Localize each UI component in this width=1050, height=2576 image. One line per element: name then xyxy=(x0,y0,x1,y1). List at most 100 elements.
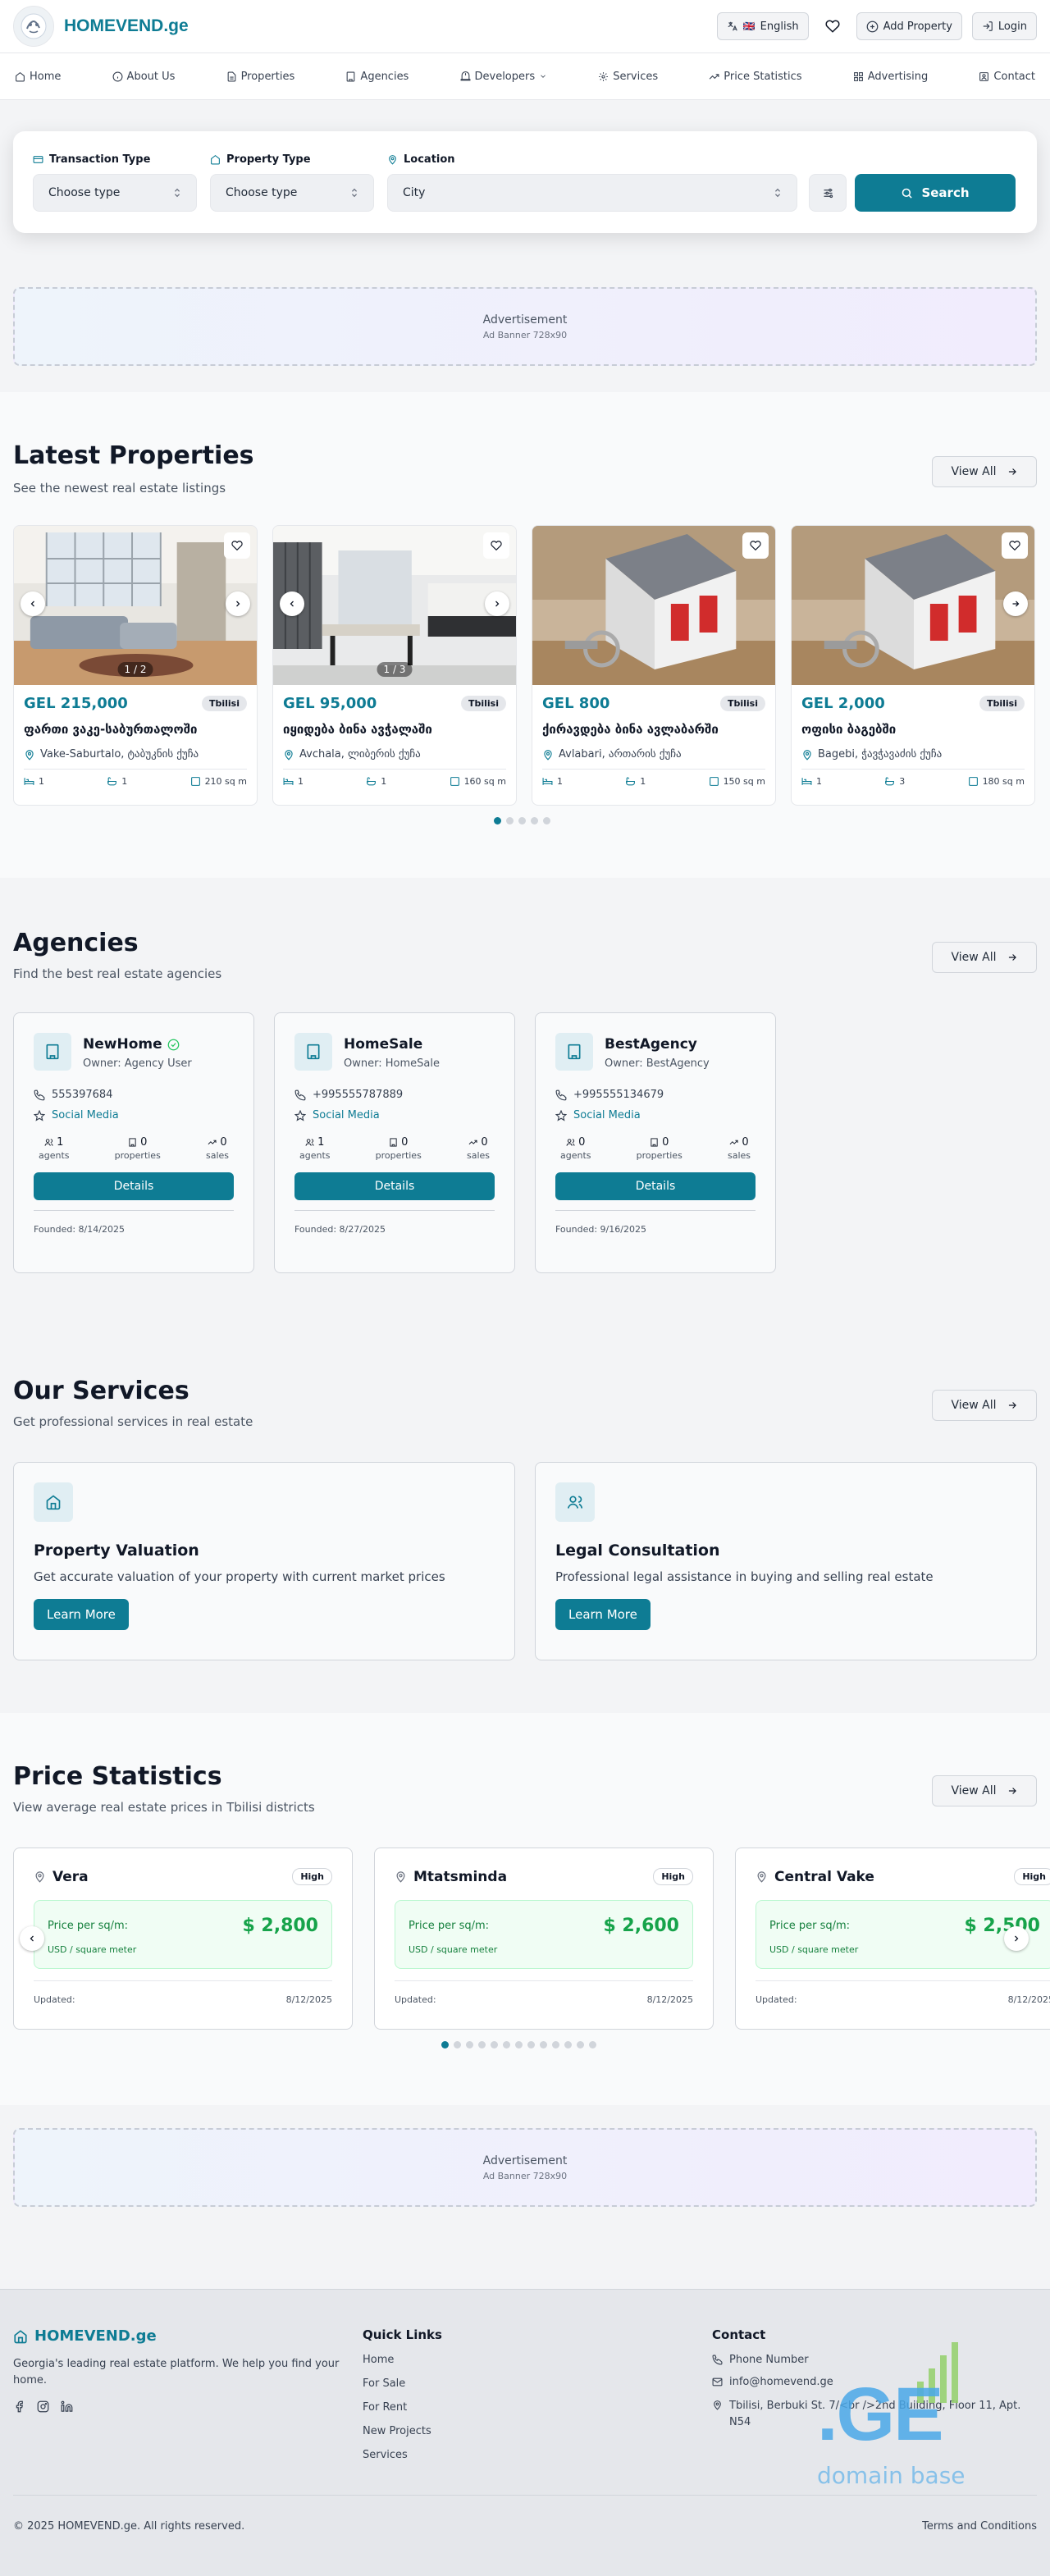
nav-developers[interactable]: Developers xyxy=(455,66,553,88)
facebook-icon[interactable] xyxy=(13,2400,25,2413)
view-all-label: View All xyxy=(951,1399,997,1412)
nav-advertising[interactable]: Advertising xyxy=(848,66,934,88)
social-media-label: Social Media xyxy=(52,1109,119,1121)
agency-name: BestAgency xyxy=(605,1036,697,1053)
map-pin-icon xyxy=(756,1870,768,1883)
favorite-button[interactable] xyxy=(224,532,250,559)
price-level-badge: High xyxy=(653,1868,693,1885)
next-photo-button[interactable] xyxy=(485,591,509,616)
property-card[interactable]: GEL 800 Tbilisi ქირავდება ბინა ავლაბარში … xyxy=(532,525,776,806)
nav-services[interactable]: Services xyxy=(593,66,663,88)
area-icon xyxy=(709,776,719,787)
district-stat-card[interactable]: Central Vake High Price per sq/m: $ 2,500 U… xyxy=(735,1848,1050,2030)
prev-photo-button[interactable] xyxy=(280,591,304,616)
filters-button[interactable] xyxy=(809,174,847,212)
details-button[interactable]: Details xyxy=(294,1172,495,1200)
details-button[interactable]: Details xyxy=(555,1172,756,1200)
service-card[interactable]: Legal Consultation Professional legal as… xyxy=(535,1462,1037,1660)
linkedin-icon[interactable] xyxy=(61,2400,73,2413)
stats-next-button[interactable] xyxy=(1004,1926,1029,1951)
carousel-dot[interactable] xyxy=(441,2041,449,2048)
add-property-button[interactable]: Add Property xyxy=(856,12,962,40)
terms-link[interactable]: Terms and Conditions xyxy=(922,2520,1037,2533)
ad-banner-top[interactable]: Advertisement Ad Banner 728x90 xyxy=(13,287,1037,366)
contact-email[interactable]: info@homevend.ge xyxy=(729,2376,833,2388)
agency-card[interactable]: NewHome Owner: Agency User 555397684 Soc… xyxy=(13,1012,254,1273)
social-media-link[interactable]: Social Media xyxy=(34,1109,234,1121)
language-button[interactable]: 🇬🇧 English xyxy=(716,12,809,40)
top-bar: HOMEVEND.ge 🇬🇧 English Add Property Logi… xyxy=(0,0,1050,53)
property-type-select[interactable]: Choose type xyxy=(210,174,374,212)
agency-card[interactable]: HomeSale Owner: HomeSale +995555787889 S… xyxy=(274,1012,515,1273)
carousel-dot[interactable] xyxy=(491,2041,498,2048)
latest-view-all-button[interactable]: View All xyxy=(932,456,1037,487)
agencies-subtitle: Find the best real estate agencies xyxy=(13,966,222,981)
favorite-button[interactable] xyxy=(742,532,769,559)
nav-agencies[interactable]: Agencies xyxy=(340,66,413,88)
service-card[interactable]: Property Valuation Get accurate valuatio… xyxy=(13,1462,515,1660)
property-price: GEL 215,000 xyxy=(24,695,128,712)
footer-link-services[interactable]: Services xyxy=(363,2449,442,2461)
carousel-dot[interactable] xyxy=(515,2041,523,2048)
district-stat-card[interactable]: Mtatsminda High Price per sq/m: $ 2,600 USD… xyxy=(374,1848,714,2030)
property-card[interactable]: 1 / 2 GEL 215,000 Tbilisi ფართი ვაკე-საბუ… xyxy=(13,525,258,806)
carousel-dot[interactable] xyxy=(506,817,514,824)
carousel-dot[interactable] xyxy=(564,2041,572,2048)
footer-link-home[interactable]: Home xyxy=(363,2354,442,2366)
price-value: $ 2,500 xyxy=(964,1916,1040,1936)
details-button[interactable]: Details xyxy=(34,1172,234,1200)
agency-card[interactable]: BestAgency Owner: BestAgency +9955551346… xyxy=(535,1012,776,1273)
sales-label: sales xyxy=(466,1150,490,1161)
arrow-right-icon xyxy=(1007,1785,1018,1797)
nav-about[interactable]: About Us xyxy=(107,66,180,88)
nav-home[interactable]: Home xyxy=(10,66,66,88)
bath-icon xyxy=(625,776,636,787)
login-button[interactable]: Login xyxy=(971,12,1037,40)
favorite-button[interactable] xyxy=(1002,532,1028,559)
social-media-link[interactable]: Social Media xyxy=(294,1109,495,1121)
nav-price-statistics[interactable]: Price Statistics xyxy=(704,66,806,88)
brand-logo[interactable]: HOMEVEND.ge xyxy=(13,6,189,47)
chevron-left-icon xyxy=(287,599,297,609)
services-view-all-button[interactable]: View All xyxy=(932,1390,1037,1421)
ad-banner-bottom[interactable]: Advertisement Ad Banner 728x90 xyxy=(13,2128,1037,2207)
prev-photo-button[interactable] xyxy=(21,591,45,616)
favorites-button[interactable] xyxy=(819,12,847,40)
stats-view-all-button[interactable]: View All xyxy=(932,1775,1037,1806)
property-card[interactable]: GEL 2,000 Tbilisi ოფისი ბაგებში Bagebi, ჭ… xyxy=(791,525,1035,806)
agents-label: agents xyxy=(299,1150,331,1161)
carousel-dot[interactable] xyxy=(454,2041,461,2048)
favorite-button[interactable] xyxy=(483,532,509,559)
stats-prev-button[interactable] xyxy=(20,1926,44,1951)
carousel-dot[interactable] xyxy=(494,817,501,824)
footer-link-for-rent[interactable]: For Rent xyxy=(363,2401,442,2414)
carousel-dot[interactable] xyxy=(503,2041,510,2048)
carousel-dot[interactable] xyxy=(577,2041,584,2048)
property-card[interactable]: 1 / 3 GEL 95,000 Tbilisi იყიდება ბინა ავჭ… xyxy=(272,525,517,806)
carousel-dot[interactable] xyxy=(552,2041,559,2048)
carousel-dot[interactable] xyxy=(527,2041,535,2048)
carousel-dot[interactable] xyxy=(478,2041,486,2048)
location-select[interactable]: City xyxy=(387,174,797,212)
carousel-dot[interactable] xyxy=(531,817,538,824)
next-photo-button[interactable] xyxy=(226,591,250,616)
top-header: HOMEVEND.ge 🇬🇧 English Add Property Logi… xyxy=(0,0,1050,100)
carousel-next-button[interactable] xyxy=(1003,591,1028,616)
carousel-dot[interactable] xyxy=(466,2041,473,2048)
nav-contact[interactable]: Contact xyxy=(974,66,1040,88)
instagram-icon[interactable] xyxy=(37,2400,49,2413)
search-button[interactable]: Search xyxy=(855,174,1016,212)
learn-more-button[interactable]: Learn More xyxy=(34,1599,129,1630)
carousel-dot[interactable] xyxy=(518,817,526,824)
nav-properties[interactable]: Properties xyxy=(221,66,300,88)
agencies-view-all-button[interactable]: View All xyxy=(932,942,1037,973)
carousel-dot[interactable] xyxy=(543,817,550,824)
footer-link-new-projects[interactable]: New Projects xyxy=(363,2425,442,2437)
transaction-type-select[interactable]: Choose type xyxy=(33,174,197,212)
social-media-link[interactable]: Social Media xyxy=(555,1109,756,1121)
footer-link-for-sale[interactable]: For Sale xyxy=(363,2377,442,2390)
district-stat-card[interactable]: Vera High Price per sq/m: $ 2,800 USD / squ… xyxy=(13,1848,353,2030)
carousel-dot[interactable] xyxy=(540,2041,547,2048)
learn-more-button[interactable]: Learn More xyxy=(555,1599,651,1630)
carousel-dot[interactable] xyxy=(589,2041,596,2048)
